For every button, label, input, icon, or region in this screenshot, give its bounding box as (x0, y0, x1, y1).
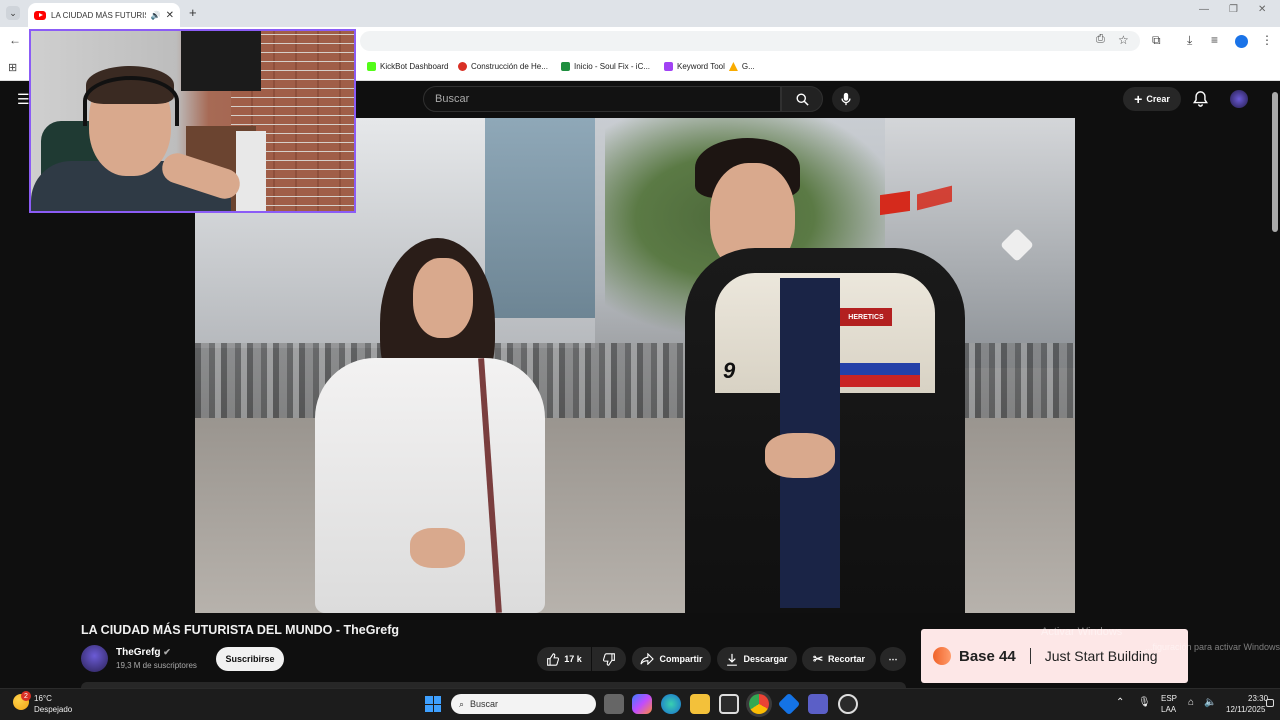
create-button[interactable]: + Crear (1123, 87, 1181, 111)
apps-grid-icon[interactable]: ⊞ (8, 61, 17, 74)
webcam-shelf (236, 131, 266, 211)
base44-logo-icon (933, 647, 951, 665)
page-scrollbar[interactable] (1272, 92, 1278, 232)
webcam-streamer (31, 66, 244, 211)
input-language[interactable]: ESP (1161, 694, 1177, 703)
scissors-icon: ✂ (812, 652, 824, 666)
notifications-bell-icon[interactable] (1192, 91, 1209, 112)
chrome-menu-icon[interactable]: ⋮ (1261, 33, 1273, 47)
edge-icon[interactable] (661, 694, 681, 714)
channel-name[interactable]: TheGrefg ✔ (116, 647, 171, 658)
extensions-icon[interactable]: ⧉ (1152, 33, 1161, 48)
webcam-overlay (29, 29, 356, 213)
subscribe-button[interactable]: Suscribirse (216, 647, 284, 671)
address-bar[interactable] (360, 31, 1140, 51)
microsoft-store-icon[interactable] (719, 694, 739, 714)
weather-description: Despejado (34, 705, 73, 714)
close-window-icon[interactable]: ✕ (1258, 4, 1266, 15)
verified-icon: ✔ (163, 647, 171, 657)
headphones-icon (83, 76, 179, 126)
bookmark-star-icon[interactable]: ☆ (1118, 33, 1129, 47)
copilot-icon[interactable] (632, 694, 652, 714)
voice-search-button[interactable] (832, 86, 860, 112)
bookmark-keyword-tool[interactable]: Keyword Tool G... (664, 62, 755, 71)
download-button[interactable]: Descargar (717, 647, 797, 671)
share-icon (640, 653, 655, 665)
weather-badge: 2 (21, 691, 31, 701)
video-woman (275, 238, 575, 613)
bookmark-kickbot[interactable]: KickBot Dashboard (367, 62, 448, 71)
account-avatar[interactable] (1230, 90, 1248, 108)
tray-overflow-icon[interactable]: ⌃ (1116, 697, 1124, 708)
bookmark-construccion[interactable]: Construcción de He... (458, 62, 548, 71)
ad-brand: Base 44 (959, 647, 1016, 665)
new-tab-button[interactable]: + (189, 5, 197, 20)
taskbar-search[interactable]: ⌕ Buscar (451, 694, 596, 714)
ad-tagline: Just Start Building (1044, 648, 1158, 664)
app-icon-circle[interactable] (838, 694, 858, 714)
speaker-icon[interactable]: 🔊 (151, 11, 161, 20)
taskbar-search-icon: ⌕ (459, 698, 465, 709)
keyword-tool-favicon-icon (664, 62, 673, 71)
volume-icon[interactable]: 🔈 (1204, 697, 1216, 708)
media-control-icon[interactable]: ≡ (1211, 33, 1218, 47)
install-app-icon[interactable]: ⎙ (1096, 33, 1105, 46)
dislike-button[interactable] (592, 647, 626, 671)
tray-mic-icon[interactable]: 🎙 (1138, 697, 1151, 708)
clock-date[interactable]: 12/11/2025 (1226, 705, 1265, 714)
back-icon[interactable]: ← (9, 33, 21, 47)
teams-icon[interactable] (808, 694, 828, 714)
weather-temperature: 16°C (34, 694, 52, 703)
plus-icon: + (1134, 91, 1143, 107)
minimize-icon[interactable]: — (1199, 4, 1209, 15)
like-button[interactable]: 17 k (537, 647, 591, 671)
windows-start-icon[interactable] (425, 696, 441, 712)
video-title: LA CIUDAD MÁS FUTURISTA DEL MUNDO - TheG… (81, 623, 400, 637)
maximize-icon[interactable]: ❐ (1229, 4, 1238, 15)
download-icon (727, 653, 738, 666)
kickbot-favicon-icon (367, 62, 376, 71)
tab-search-icon[interactable]: ⌄ (6, 6, 20, 20)
more-actions-button[interactable]: ⋯ (880, 647, 906, 671)
chrome-icon[interactable] (749, 694, 769, 714)
input-layout[interactable]: LAA (1161, 705, 1176, 714)
notification-center-icon[interactable] (1266, 699, 1274, 707)
thumbs-down-icon (602, 652, 615, 666)
windows-activation-title: Activar Windows (1041, 626, 1123, 638)
hamburger-menu-icon[interactable]: ☰ (17, 91, 30, 108)
microphone-icon (841, 92, 851, 106)
jacket-number: 9 (723, 358, 736, 383)
subscriber-count: 19,3 M de suscriptores (116, 661, 197, 670)
search-button[interactable] (781, 86, 823, 112)
channel-avatar[interactable] (81, 645, 108, 672)
task-view-icon[interactable] (604, 694, 624, 714)
thumbs-up-icon (547, 652, 560, 666)
browser-tab-strip: ⌄ LA CIUDAD MÁS FUTURISTA 🔊 ✕ + — ❐ ✕ (0, 0, 1280, 27)
browser-tab-youtube[interactable]: LA CIUDAD MÁS FUTURISTA 🔊 ✕ (28, 3, 180, 27)
warning-icon (728, 62, 738, 71)
clip-button[interactable]: ✂ Recortar (802, 647, 876, 671)
search-icon (796, 93, 809, 106)
soul-fix-favicon-icon (561, 62, 570, 71)
bookmark-soul-fix[interactable]: Inicio - Soul Fix - iC... (561, 62, 650, 71)
network-icon[interactable]: ⌂ (1188, 697, 1194, 708)
youtube-favicon-icon (34, 10, 46, 20)
video-man: HERETICS 9 (685, 138, 975, 613)
search-input[interactable]: Buscar (423, 86, 781, 112)
download-icon[interactable]: ⤓ (1187, 33, 1192, 48)
jacket-patch: HERETICS (840, 308, 892, 326)
tab-title: LA CIUDAD MÁS FUTURISTA (51, 10, 146, 20)
construccion-favicon-icon (458, 62, 467, 71)
close-tab-icon[interactable]: ✕ (166, 10, 174, 21)
profile-avatar[interactable] (1235, 35, 1248, 48)
windows-activation-text: ...figuración para activar Windows. (1145, 642, 1280, 652)
share-button[interactable]: Compartir (632, 647, 711, 671)
ad-divider (1029, 648, 1031, 664)
file-explorer-icon[interactable] (690, 694, 710, 714)
